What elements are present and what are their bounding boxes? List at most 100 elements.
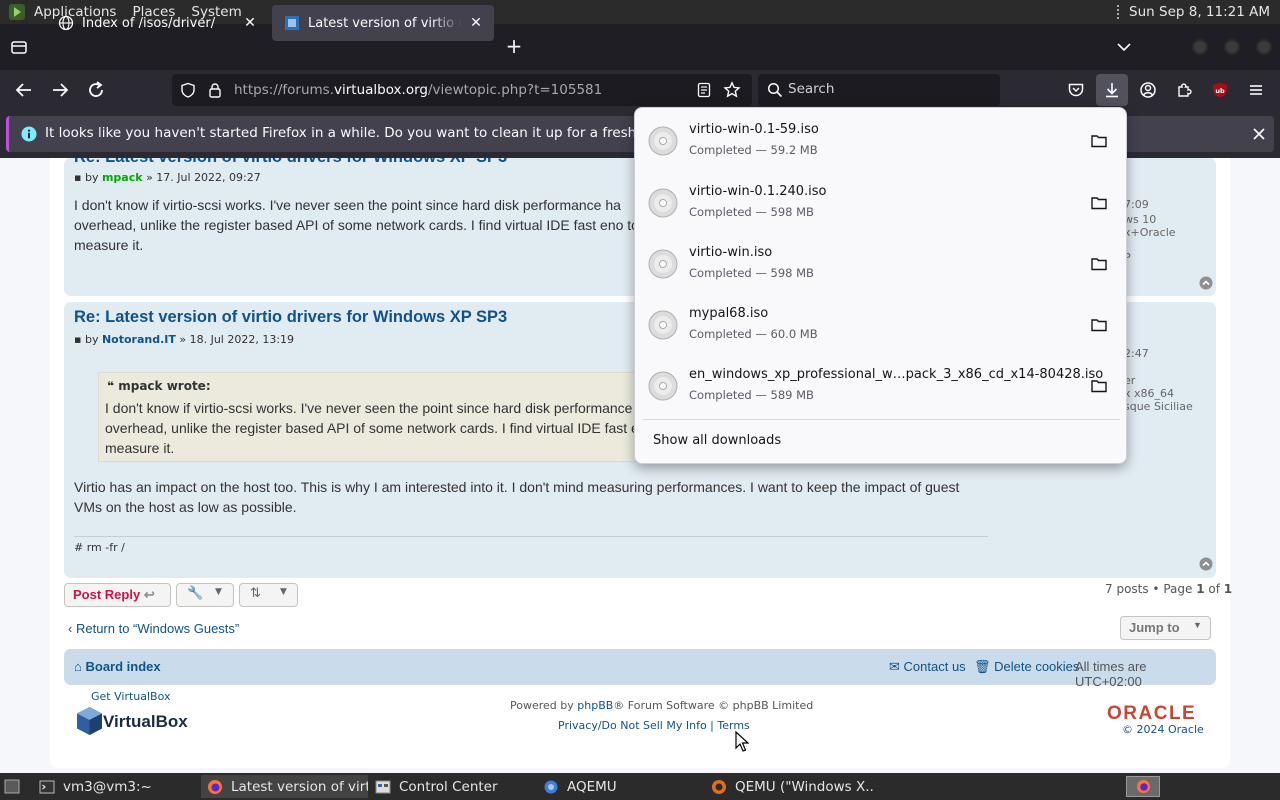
chevron-down-icon[interactable] [1115, 38, 1133, 56]
download-item[interactable]: mypal68.iso Completed — 60.0 MB [643, 296, 1120, 356]
caret-down-icon: ▼ [215, 587, 222, 597]
back-to-top-icon[interactable] [1199, 557, 1213, 571]
pocket-icon[interactable] [1067, 81, 1085, 99]
close-tab-icon[interactable]: ✕ [468, 15, 484, 31]
post-reply-button[interactable]: Post Reply ↩ [64, 583, 171, 607]
profile-fragment: x x86_64 [1124, 387, 1175, 400]
download-filename: mypal68.iso [689, 306, 769, 321]
shield-icon[interactable] [180, 82, 196, 98]
download-item[interactable]: en_windows_xp_professional_w…pack_3_x86_… [643, 357, 1120, 417]
get-virtualbox-link[interactable]: Get VirtualBox [91, 690, 171, 703]
download-filename: virtio-win-0.1.240.iso [689, 184, 827, 199]
virtualbox-logo[interactable]: VirtualBox [76, 704, 188, 738]
downloads-button[interactable] [1096, 74, 1128, 106]
extensions-icon[interactable] [1175, 81, 1193, 99]
globe-icon [58, 15, 74, 31]
maximize-window-button[interactable] [1224, 39, 1240, 55]
chevron-left-icon: ‹ [68, 621, 73, 636]
folder-icon[interactable] [1090, 316, 1108, 334]
account-icon[interactable] [1139, 81, 1157, 99]
quote-author: ❝ mpack wrote: [107, 379, 211, 393]
search-bar[interactable] [758, 74, 1000, 106]
caret-down-icon: ▼ [1193, 620, 1202, 630]
bookmark-star-icon[interactable] [723, 81, 741, 99]
post-date: » 18. Jul 2022, 13:19 [179, 333, 295, 346]
post-icon[interactable]: ▪ [74, 333, 81, 346]
close-icon[interactable] [1249, 124, 1269, 144]
task-title: Latest version of virt... [231, 778, 368, 795]
virtualbox-logo-text: VirtualBox [103, 712, 188, 731]
folder-icon[interactable] [1090, 194, 1108, 212]
profile-fragment: x+Oracle [1124, 226, 1176, 239]
oracle-copyright[interactable]: © 2024 Oracle [1122, 723, 1204, 736]
virtualbox-favicon-icon [285, 16, 299, 30]
post-icon[interactable]: ▪ [74, 171, 81, 184]
oracle-logo[interactable]: ORACLE [1107, 703, 1196, 725]
quote-author-text: mpack wrote: [118, 379, 211, 393]
download-item[interactable]: virtio-win.iso Completed — 598 MB [643, 235, 1120, 295]
close-tab-icon[interactable]: ✕ [242, 15, 258, 31]
forward-arrow-icon[interactable] [49, 79, 71, 101]
post-title[interactable]: Re: Latest version of virtio drivers for… [74, 308, 507, 327]
sort-button[interactable]: ⇅ ▼ [239, 583, 298, 607]
applications-menu-icon[interactable] [8, 3, 26, 21]
taskbar-item-qemu[interactable]: QEMU ("Windows X... [705, 775, 873, 798]
post-author[interactable]: mpack [102, 171, 143, 184]
post-author[interactable]: Notorand.IT [102, 333, 176, 346]
powered-prefix: Powered by [510, 699, 578, 712]
post-date: » 17. Jul 2022, 09:27 [146, 171, 261, 184]
profile-fragment: ws 10 [1124, 213, 1157, 226]
delete-cookies-link[interactable]: 🗑 Delete cookies [974, 659, 1079, 675]
powered-by: Powered by phpBB® Forum Software © phpBB… [510, 699, 813, 712]
qemu-icon [712, 779, 726, 794]
folder-icon[interactable] [1090, 377, 1108, 395]
phpbb-link[interactable]: phpBB [577, 699, 613, 712]
disc-icon [648, 310, 678, 340]
show-all-downloads-button[interactable]: Show all downloads [653, 433, 781, 448]
jump-to-button[interactable]: Jump to ▼ [1120, 616, 1211, 640]
contact-us-link[interactable]: ✉ Contact us [889, 659, 966, 675]
terminal-icon [39, 780, 55, 793]
caret-down-icon: ▼ [280, 587, 287, 597]
download-filename: virtio-win.iso [689, 245, 773, 260]
return-to-forum-link[interactable]: ‹ Return to “Windows Guests” [68, 621, 239, 636]
taskbar-item-firefox[interactable]: Latest version of virt... [201, 775, 368, 798]
reply-arrow-icon: ↩ [143, 587, 155, 602]
task-title: QEMU ("Windows X... [735, 778, 873, 795]
taskbar-item-control-center[interactable]: Control Center [369, 775, 534, 798]
search-input[interactable] [788, 81, 988, 97]
url-path: /viewtopic.php?t=105581 [427, 82, 603, 98]
task-title: vm3@vm3:~ [63, 778, 152, 795]
folder-icon[interactable] [1090, 255, 1108, 273]
post-title[interactable]: Re: Latest version of virtio drivers for… [74, 158, 507, 167]
url-text[interactable]: https://forums.virtualbox.org/viewtopic.… [234, 82, 602, 98]
minimize-window-button[interactable] [1192, 39, 1208, 55]
board-index-link[interactable]: ⌂ Board index [74, 659, 161, 674]
close-window-button[interactable] [1256, 39, 1272, 55]
show-desktop-icon[interactable] [4, 779, 20, 794]
reader-view-icon[interactable] [696, 82, 712, 98]
new-tab-button[interactable]: + [503, 36, 525, 58]
post-body: Virtio has an impact on the host too. Th… [74, 479, 960, 515]
tab-latest-virtio[interactable]: Latest version of virtio drivers ✕ [272, 5, 494, 41]
ublock-origin-icon[interactable]: ub [1211, 81, 1229, 99]
taskbar-item-aqemu[interactable]: AQEMU [537, 775, 702, 798]
back-arrow-icon[interactable] [13, 79, 35, 101]
tab-index-of-isos[interactable]: Index of /isos/driver/ ✕ [46, 5, 268, 41]
url-host: virtualbox.org [333, 82, 428, 98]
download-item[interactable]: virtio-win-0.1.240.iso Completed — 598 M… [643, 174, 1120, 234]
workspace-switcher[interactable] [1126, 776, 1160, 797]
taskbar: vm3@vm3:~ Latest version of virt... Cont… [0, 773, 1280, 800]
url-bar[interactable]: https://forums.virtualbox.org/viewtopic.… [172, 74, 752, 106]
hamburger-menu-icon[interactable] [1247, 81, 1265, 99]
reload-icon[interactable] [85, 79, 107, 101]
privacy-link[interactable]: Privacy/Do Not Sell My Info [558, 719, 707, 732]
topic-tools-button[interactable]: 🔧 ▼ [176, 583, 234, 607]
folder-icon[interactable] [1090, 132, 1108, 150]
download-item[interactable]: virtio-win-0.1-59.iso Completed — 59.2 M… [643, 112, 1120, 172]
back-to-top-icon[interactable] [1199, 276, 1213, 290]
taskbar-item-terminal[interactable]: vm3@vm3:~ [33, 775, 198, 798]
clock[interactable]: Sun Sep 8, 11:21 AM [1117, 0, 1280, 24]
lock-icon[interactable] [207, 82, 223, 98]
firefox-view-icon[interactable] [10, 38, 28, 56]
